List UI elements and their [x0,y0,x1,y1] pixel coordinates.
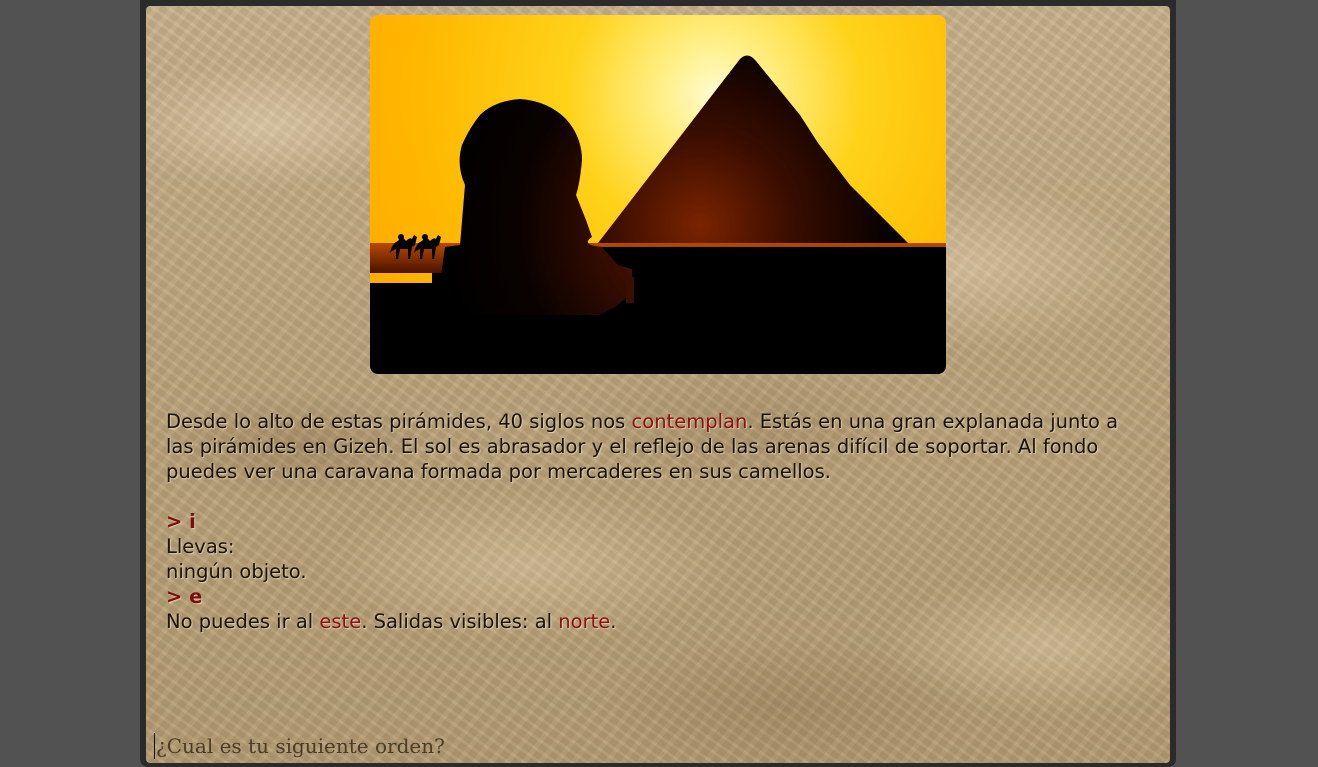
command-prompt [154,732,756,760]
game-window: Desde lo alto de estas pirámides, 40 sig… [140,0,1176,767]
description-text: Desde lo alto de estas pirámides, 40 sig… [166,410,632,433]
inventory-value: ningún objeto. [166,560,307,583]
command-echo-inventory: > i [166,510,196,533]
game-transcript: Desde lo alto de estas pirámides, 40 sig… [166,409,1146,634]
response-text: No puedes ir al [166,610,320,633]
text-caret [154,733,155,759]
location-description: Desde lo alto de estas pirámides, 40 sig… [166,409,1146,484]
keyword-norte[interactable]: norte [558,610,610,633]
location-image [370,15,946,374]
command-response: No puedes ir al este. Salidas visibles: … [166,609,1146,634]
command-echo-east: > e [166,585,203,608]
inventory-label: Llevas: [166,535,235,558]
response-text: . [610,610,617,633]
keyword-contemplan[interactable]: contemplan [632,410,748,433]
command-input[interactable] [156,734,756,758]
parchment-panel: Desde lo alto de estas pirámides, 40 sig… [146,6,1170,763]
response-text: . Salidas visibles: al [361,610,559,633]
keyword-este[interactable]: este [319,610,361,633]
pyramids-sphinx-sunset-illustration [370,15,946,374]
